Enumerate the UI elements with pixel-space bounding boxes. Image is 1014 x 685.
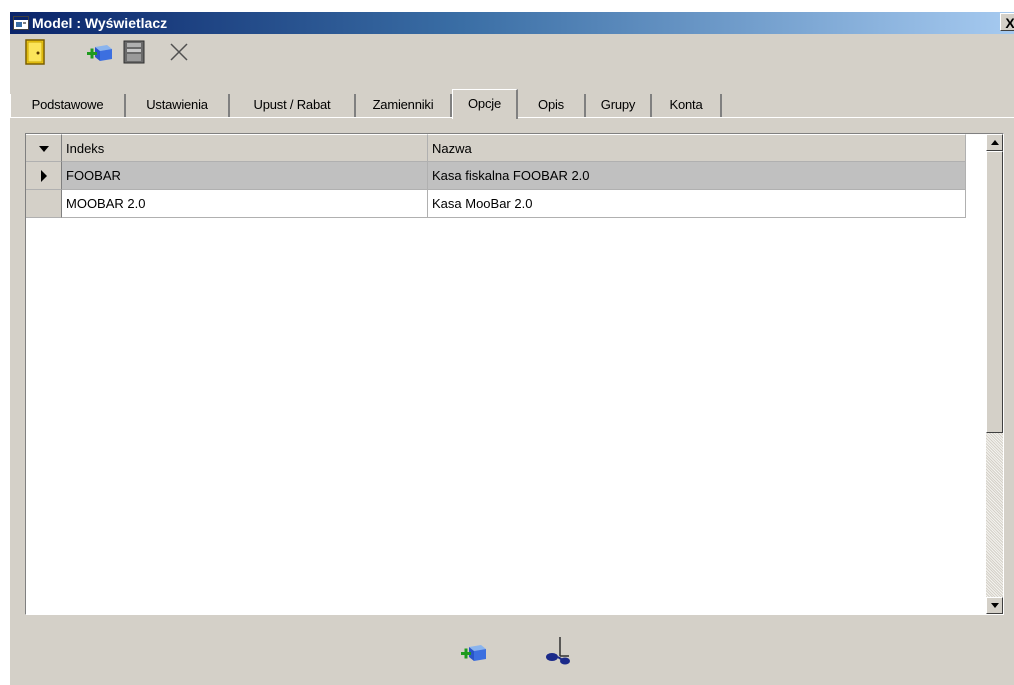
table-row[interactable]: FOOBAR Kasa fiskalna FOOBAR 2.0 [26,162,966,190]
row-indicator [26,190,62,218]
cell-indeks[interactable]: MOOBAR 2.0 [62,190,428,218]
title-bar: Model : Wyświetlacz X [10,12,1014,34]
tab-opis[interactable]: Opis [518,94,586,117]
table-row[interactable]: MOOBAR 2.0 Kasa MooBar 2.0 [26,190,966,218]
column-chooser-button[interactable] [26,134,62,162]
tab-opcje[interactable]: Opcje [452,89,518,119]
tab-ustawienia[interactable]: Ustawienia [126,94,230,117]
close-button[interactable]: X [1000,13,1014,31]
cut-scissors-icon [545,636,575,671]
column-header-nazwa[interactable]: Nazwa [428,134,966,162]
toolbar [10,34,1014,72]
cancel-button[interactable] [164,38,194,68]
window-title: Model : Wyświetlacz [32,15,168,31]
tab-bar: Podstawowe Ustawienia Upust / Rabat Zami… [10,72,1014,120]
cell-indeks[interactable]: FOOBAR [62,162,428,190]
tab-grupy[interactable]: Grupy [586,94,652,117]
tab-podstawowe[interactable]: Podstawowe [10,94,126,117]
arrow-up-icon [990,140,999,145]
tab-upust-rabat[interactable]: Upust / Rabat [230,94,356,117]
close-icon: X [1005,15,1014,31]
column-header-indeks[interactable]: Indeks [62,134,428,162]
cell-nazwa[interactable]: Kasa fiskalna FOOBAR 2.0 [428,162,966,190]
add-item-button[interactable] [84,38,114,68]
vertical-scrollbar[interactable] [986,134,1003,614]
current-row-arrow-icon [40,170,47,182]
options-grid-frame: Indeks Nazwa FOOBAR Kasa fiskalna FOOBAR… [25,133,1004,615]
add-item-icon [459,641,487,666]
scroll-down-button[interactable] [986,597,1003,614]
exit-button[interactable] [20,38,50,68]
dropdown-arrow-icon [38,146,49,152]
grid-header-row: Indeks Nazwa [26,134,966,162]
cell-nazwa[interactable]: Kasa MooBar 2.0 [428,190,966,218]
exit-door-icon [25,38,45,68]
row-indicator [26,162,62,190]
tab-zamienniki[interactable]: Zamienniki [356,94,452,117]
scroll-thumb[interactable] [986,151,1003,433]
save-button[interactable] [119,38,149,68]
app-window-icon [13,15,29,31]
cancel-x-icon [168,41,190,66]
scroll-up-button[interactable] [986,134,1003,151]
save-icon [123,40,145,67]
model-window: Model : Wyświetlacz X Podstawowe Ustawie… [10,12,1014,685]
remove-option-button[interactable] [542,636,578,670]
add-item-icon [85,41,113,66]
bottom-bar [10,622,1014,685]
arrow-down-icon [990,603,999,608]
tab-konta[interactable]: Konta [652,94,722,117]
add-option-button[interactable] [455,636,491,670]
